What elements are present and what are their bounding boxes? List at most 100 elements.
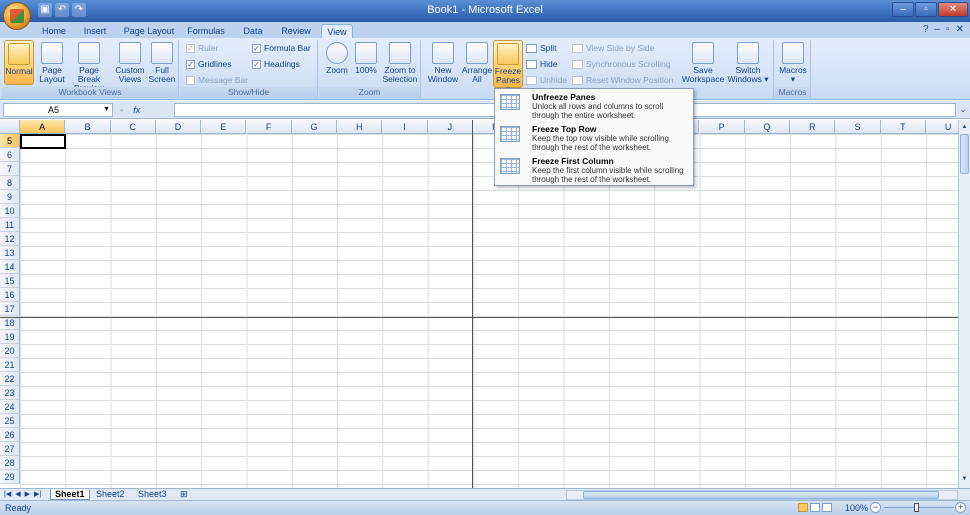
office-button[interactable] [3, 2, 31, 30]
zoom-out-icon[interactable]: − [870, 502, 881, 513]
select-all-corner[interactable] [0, 120, 20, 134]
page-layout-view-button[interactable]: Page Layout [38, 40, 66, 84]
row-header[interactable]: 9 [0, 190, 20, 204]
row-header[interactable]: 28 [0, 456, 20, 470]
formula-bar-option[interactable]: ✓ Formula Bar [252, 43, 311, 53]
ruler-checkbox[interactable]: ✓ [186, 43, 195, 53]
row-header[interactable]: 13 [0, 246, 20, 260]
scroll-down-icon[interactable]: ▼ [960, 474, 969, 484]
row-header[interactable]: 15 [0, 274, 20, 288]
reset-window-position-button[interactable]: Reset Window Position [572, 75, 673, 85]
ribbon-minimize-button[interactable]: – [935, 24, 941, 35]
column-header[interactable]: T [880, 120, 926, 134]
tab-data[interactable]: Data [238, 24, 268, 38]
message-bar-option[interactable]: Message Bar [186, 75, 248, 85]
normal-view-button[interactable]: Normal [4, 40, 34, 85]
full-screen-button[interactable]: Full Screen [147, 40, 177, 84]
column-header[interactable]: I [382, 120, 428, 134]
restore-button[interactable]: ▫ [915, 2, 937, 17]
next-sheet-icon[interactable]: ▶ [25, 490, 30, 498]
scroll-up-icon[interactable]: ▲ [960, 122, 969, 132]
column-header[interactable]: P [699, 120, 745, 134]
zoom-level[interactable]: 100% [845, 503, 868, 513]
hide-button[interactable]: Hide [526, 59, 557, 69]
minimize-button[interactable]: – [892, 2, 914, 17]
horizontal-scroll-thumb[interactable] [583, 491, 939, 499]
gridlines-option[interactable]: ✓ Gridlines [186, 59, 232, 69]
message-bar-checkbox[interactable] [186, 75, 195, 85]
row-header[interactable]: 8 [0, 176, 20, 190]
column-header[interactable]: U [926, 120, 958, 134]
sheet-tab-sheet3[interactable]: Sheet3 [134, 489, 171, 500]
normal-view-status-icon[interactable] [798, 503, 808, 512]
column-header[interactable]: H [337, 120, 383, 134]
expand-formula-icon[interactable]: ⌄ [958, 103, 968, 117]
menu-freeze-first-column[interactable]: Freeze First Column Keep the first colum… [495, 154, 693, 186]
sheet-tab-sheet2[interactable]: Sheet2 [92, 489, 129, 500]
row-header[interactable]: 18 [0, 316, 20, 330]
headings-checkbox[interactable]: ✓ [252, 59, 261, 69]
row-header[interactable]: 14 [0, 260, 20, 274]
column-header[interactable]: R [790, 120, 836, 134]
tab-review[interactable]: Review [278, 24, 314, 38]
zoom-100-button[interactable]: 100% [353, 40, 379, 75]
row-header[interactable]: 5 [0, 134, 20, 148]
column-header[interactable]: B [65, 120, 111, 134]
row-header[interactable]: 22 [0, 372, 20, 386]
page-break-preview-button[interactable]: Page Break Preview [67, 40, 111, 93]
last-sheet-icon[interactable]: ▶| [34, 490, 41, 498]
freeze-panes-button[interactable]: Freeze Panes ▾ [493, 40, 523, 94]
column-header[interactable]: E [201, 120, 247, 134]
row-header[interactable]: 10 [0, 204, 20, 218]
column-header[interactable]: C [110, 120, 156, 134]
save-workspace-button[interactable]: Save Workspace [681, 40, 725, 84]
worksheet[interactable]: ABCDEFGHIJKLMNOPQRSTU 567891011121314151… [0, 120, 958, 488]
tab-view[interactable]: View [321, 24, 353, 38]
row-header[interactable]: 23 [0, 386, 20, 400]
tab-home[interactable]: Home [38, 24, 70, 38]
column-header[interactable]: S [835, 120, 881, 134]
close-button[interactable]: ✕ [938, 2, 968, 17]
row-header[interactable]: 27 [0, 442, 20, 456]
ribbon-restore-button[interactable]: ▫ [946, 24, 950, 35]
active-cell[interactable] [20, 134, 66, 149]
synchronous-scrolling-button[interactable]: Synchronous Scrolling [572, 59, 671, 69]
row-header[interactable]: 11 [0, 218, 20, 232]
vertical-scroll-thumb[interactable] [960, 134, 969, 174]
gridlines-checkbox[interactable]: ✓ [186, 59, 195, 69]
column-header[interactable]: A [20, 120, 66, 134]
split-button[interactable]: Split [526, 43, 557, 53]
zoom-button[interactable]: Zoom [323, 40, 351, 75]
cell-grid[interactable] [20, 134, 958, 488]
name-box[interactable]: A5 ▼ [3, 103, 113, 117]
zoom-in-icon[interactable]: + [955, 502, 966, 513]
insert-sheet-icon[interactable]: ⊞ [176, 489, 192, 500]
switch-windows-button[interactable]: Switch Windows ▾ [726, 40, 770, 84]
menu-unfreeze-panes[interactable]: Unfreeze Panes Unlock all rows and colum… [495, 90, 693, 122]
row-header[interactable]: 16 [0, 288, 20, 302]
ruler-option[interactable]: ✓ Ruler [186, 43, 218, 53]
zoom-slider[interactable] [884, 507, 954, 508]
ribbon-close-button[interactable]: ✕ [956, 24, 964, 35]
row-header[interactable]: 20 [0, 344, 20, 358]
vertical-scrollbar[interactable]: ▲ ▼ [958, 120, 970, 488]
row-header[interactable]: 19 [0, 330, 20, 344]
zoom-slider-knob[interactable] [914, 503, 919, 512]
zoom-to-selection-button[interactable]: Zoom to Selection [381, 40, 419, 84]
tab-page-layout[interactable]: Page Layout [122, 24, 176, 38]
row-header[interactable]: 24 [0, 400, 20, 414]
column-header[interactable]: G [291, 120, 338, 134]
column-header[interactable]: Q [744, 120, 791, 134]
prev-sheet-icon[interactable]: ◀ [15, 490, 20, 498]
custom-views-button[interactable]: Custom Views [115, 40, 145, 84]
column-header[interactable]: D [155, 120, 202, 134]
help-icon[interactable]: ? [923, 24, 929, 35]
fx-icon[interactable]: fx [133, 105, 140, 115]
tab-formulas[interactable]: Formulas [184, 24, 228, 38]
chevron-down-icon[interactable]: ▼ [103, 104, 110, 116]
first-sheet-icon[interactable]: |◀ [4, 490, 11, 498]
macros-button[interactable]: Macros ▾ [778, 40, 808, 84]
arrange-all-button[interactable]: Arrange All [461, 40, 493, 84]
column-header[interactable]: J [427, 120, 473, 134]
row-header[interactable]: 25 [0, 414, 20, 428]
